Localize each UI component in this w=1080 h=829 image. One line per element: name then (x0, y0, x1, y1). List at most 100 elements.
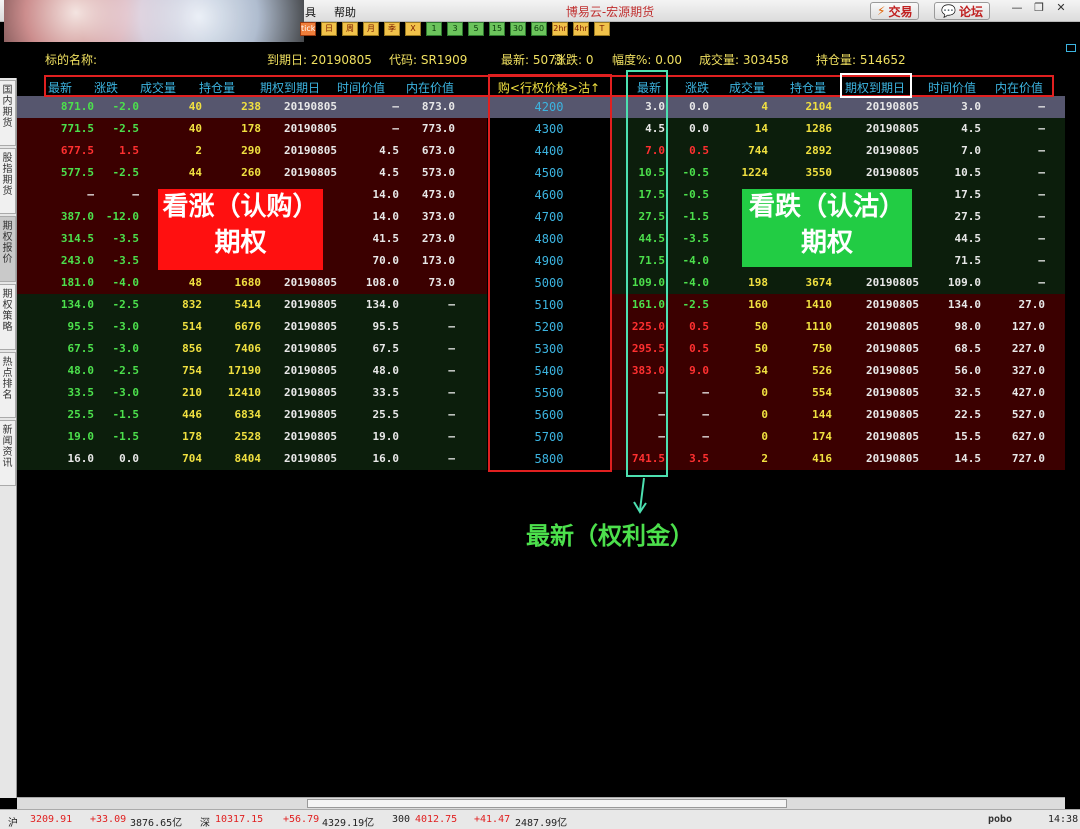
put-volume-header[interactable]: 成交量 (722, 79, 772, 96)
put-oi-header[interactable]: 持仓量 (783, 79, 833, 96)
call-volume-header[interactable]: 成交量 (133, 79, 183, 96)
horizontal-scrollbar[interactable] (17, 797, 1065, 809)
strike-price[interactable]: 4700 (489, 210, 609, 224)
put-oi: 3550 (805, 166, 833, 179)
call-expiry: 20190805 (284, 452, 337, 465)
put-latest: — (658, 430, 665, 443)
trade-button[interactable]: ⚡ 交易 (870, 2, 920, 20)
left-tab-3[interactable]: 期权策略 (0, 284, 16, 350)
put-expiry: 20190805 (866, 452, 919, 465)
strike-price[interactable]: 5300 (489, 342, 609, 356)
table-row[interactable]: 134.0 -2.5 832 5414 20190805 134.0 — 5100 161.0 -… (17, 294, 1065, 316)
put-latest: 741.5 (631, 452, 665, 465)
period-13-icon[interactable]: 4hr (573, 22, 589, 36)
left-tab-4[interactable]: 热点排名 (0, 352, 16, 418)
period-9-icon[interactable]: 15 (489, 22, 505, 36)
call-change: -2.5 (112, 364, 140, 377)
strike-price[interactable]: 5000 (489, 276, 609, 290)
table-row[interactable]: 677.5 1.5 2 290 20190805 4.5 673.0 4400 7.0 0.5 74… (17, 140, 1065, 162)
put-expiry: 20190805 (866, 122, 919, 135)
call-intrinsic-value-header[interactable]: 内在价值 (401, 79, 459, 96)
menu-help[interactable]: 帮助 (334, 4, 356, 20)
restore-icon[interactable]: ❐ (1030, 1, 1048, 17)
panel-toggle-icon[interactable] (1066, 44, 1076, 52)
period-6-icon[interactable]: 1 (426, 22, 442, 36)
call-volume: 754 (182, 364, 202, 377)
period-10-icon[interactable]: 30 (510, 22, 526, 36)
table-row[interactable]: 33.5 -3.0 210 12410 20190805 33.5 — 5500 — — 0 554 2… (17, 382, 1065, 404)
strike-header[interactable]: 购<行权价格>沽↑ (489, 79, 609, 96)
call-intrinsic-value: — (448, 298, 455, 311)
put-change-header[interactable]: 涨跌 (682, 79, 712, 96)
call-expiry: 20190805 (284, 144, 337, 157)
strike-price[interactable]: 5800 (489, 452, 609, 466)
put-latest-header[interactable]: 最新 (629, 79, 669, 96)
strike-price[interactable]: 4900 (489, 254, 609, 268)
period-7-icon[interactable]: 3 (447, 22, 463, 36)
left-tab-2[interactable]: 期权报价 (0, 216, 16, 282)
close-icon[interactable]: ✕ (1052, 1, 1070, 17)
put-oi: 3674 (805, 276, 833, 289)
call-intrinsic-value: 273.0 (421, 232, 455, 245)
period-1-icon[interactable]: 日 (321, 22, 337, 36)
call-expiry-header[interactable]: 期权到期日 (250, 79, 330, 96)
table-row[interactable]: 771.5 -2.5 40 178 20190805 — 773.0 4300 4.5 0.0 14… (17, 118, 1065, 140)
contract-code: 代码: SR1909 (389, 53, 468, 67)
strike-price[interactable]: 5100 (489, 298, 609, 312)
strike-price[interactable]: 5200 (489, 320, 609, 334)
put-oi: 1410 (805, 298, 833, 311)
left-tab-5[interactable]: 新闻资讯 (0, 420, 16, 486)
period-5-icon[interactable]: X (405, 22, 421, 36)
strike-price[interactable]: 4500 (489, 166, 609, 180)
strike-price[interactable]: 4800 (489, 232, 609, 246)
strike-price[interactable]: 4400 (489, 144, 609, 158)
call-intrinsic-value: 773.0 (421, 122, 455, 135)
scrollbar-thumb[interactable] (307, 799, 787, 808)
strike-price[interactable]: 4200 (489, 100, 609, 114)
put-change: — (702, 408, 709, 421)
put-time-value-header[interactable]: 时间价值 (923, 79, 981, 96)
period-12-icon[interactable]: 2hr (552, 22, 568, 36)
period-3-icon[interactable]: 月 (363, 22, 379, 36)
put-expiry: 20190805 (866, 430, 919, 443)
put-volume: 0 (761, 386, 768, 399)
strike-price[interactable]: 4300 (489, 122, 609, 136)
period-8-icon[interactable]: 5 (468, 22, 484, 36)
table-row[interactable]: 16.0 0.0 704 8404 20190805 16.0 — 5800 741.5 3.5 2… (17, 448, 1065, 470)
put-latest: 161.0 (631, 298, 665, 311)
table-row[interactable]: 25.5 -1.5 446 6834 20190805 25.5 — 5600 — — 0 144 20… (17, 404, 1065, 426)
put-latest: 44.5 (638, 232, 666, 245)
table-row[interactable]: 19.0 -1.5 178 2528 20190805 19.0 — 5700 — — 0 174 20… (17, 426, 1065, 448)
period-4-icon[interactable]: 季 (384, 22, 400, 36)
call-time-value: 134.0 (365, 298, 399, 311)
call-time-value-header[interactable]: 时间价值 (332, 79, 390, 96)
menu-tools[interactable]: 具 (305, 4, 316, 20)
left-tab-0[interactable]: 国内期货 (0, 80, 16, 146)
period-0-icon[interactable]: tick (300, 22, 316, 36)
table-row[interactable]: 181.0 -4.0 48 1680 20190805 108.0 73.0 5000 109.… (17, 272, 1065, 294)
put-intrinsic-value: 527.0 (1011, 408, 1045, 421)
strike-price[interactable]: 5500 (489, 386, 609, 400)
put-intrinsic-value-header[interactable]: 内在价值 (990, 79, 1048, 96)
period-2-icon[interactable]: 周 (342, 22, 358, 36)
call-latest-header[interactable]: 最新 (39, 79, 81, 96)
call-change-header[interactable]: 涨跌 (91, 79, 121, 96)
strike-price[interactable]: 5700 (489, 430, 609, 444)
left-tab-1[interactable]: 股指期货 (0, 148, 16, 214)
period-11-icon[interactable]: 60 (531, 22, 547, 36)
put-expiry-header[interactable]: 期权到期日 (839, 79, 911, 96)
strike-price[interactable]: 5400 (489, 364, 609, 378)
call-expiry: 20190805 (284, 100, 337, 113)
period-14-icon[interactable]: T (594, 22, 610, 36)
table-row[interactable]: 871.0 -2.0 40 238 20190805 — 873.0 4200 3.0 0.0 4 2… (17, 96, 1065, 118)
minimize-icon[interactable]: — (1008, 1, 1026, 17)
call-oi: 5414 (234, 298, 262, 311)
forum-button[interactable]: 💬 论坛 (934, 2, 990, 20)
call-oi-header[interactable]: 持仓量 (192, 79, 242, 96)
table-row[interactable]: 577.5 -2.5 44 260 20190805 4.5 573.0 4500 10.5 -0… (17, 162, 1065, 184)
strike-price[interactable]: 4600 (489, 188, 609, 202)
table-row[interactable]: 48.0 -2.5 754 17190 20190805 48.0 — 5400 383.0 9.… (17, 360, 1065, 382)
table-row[interactable]: 95.5 -3.0 514 6676 20190805 95.5 — 5200 225.0 0.5… (17, 316, 1065, 338)
strike-price[interactable]: 5600 (489, 408, 609, 422)
table-row[interactable]: 67.5 -3.0 856 7406 20190805 67.5 — 5300 295.5 0.5… (17, 338, 1065, 360)
